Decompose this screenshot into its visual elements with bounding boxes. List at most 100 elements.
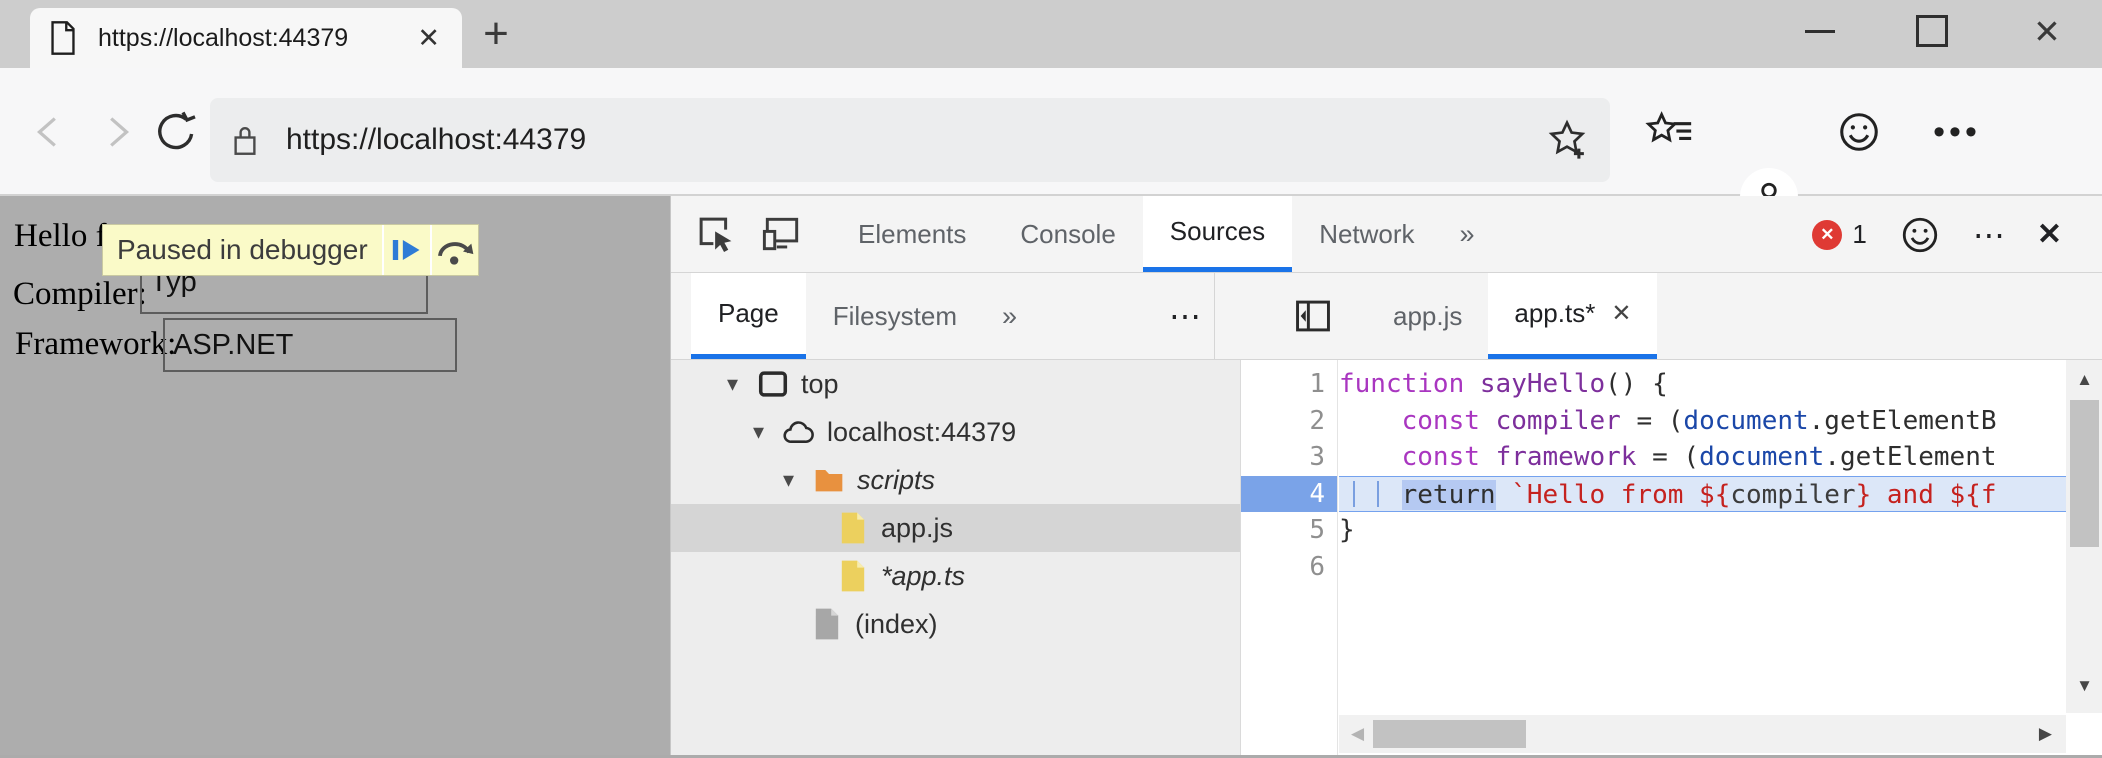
code-token-embed: compiler [1730, 480, 1855, 510]
code-pane[interactable]: function sayHello() { const compiler = (… [1339, 360, 2066, 758]
tab-close-icon[interactable]: ✕ [413, 23, 444, 54]
paused-banner-text: Paused in debugger [103, 225, 382, 275]
editor-tab-app-ts[interactable]: app.ts*✕ [1488, 273, 1657, 359]
code-token-string: `Hello from [1511, 480, 1699, 510]
code-line[interactable]: return `Hello from ${compiler} and ${f [1339, 476, 2066, 513]
lock-icon [230, 122, 260, 158]
vertical-scrollbar[interactable]: ▲ ▼ [2066, 360, 2102, 713]
scroll-down-icon[interactable]: ▼ [2066, 676, 2102, 696]
code-line[interactable]: function sayHello() { [1339, 366, 2066, 403]
scroll-right-icon[interactable]: ▶ [2039, 715, 2052, 753]
expander-icon[interactable]: ▾ [753, 419, 781, 445]
devtools-menu-button[interactable]: ⋯ [1973, 216, 2005, 254]
tree-item-label: *app.ts [881, 561, 965, 592]
device-toolbar-button[interactable] [755, 196, 809, 272]
navigator-tab-page[interactable]: Page [691, 273, 806, 359]
favorites-list-button[interactable] [1642, 106, 1696, 158]
tree-item-app-js[interactable]: app.js [671, 504, 1240, 552]
address-bar[interactable]: https://localhost:44379 [210, 98, 1610, 182]
horizontal-scrollbar[interactable]: ◀ ▶ [1339, 715, 2066, 753]
device-emulation-icon [761, 215, 803, 253]
more-tabs-button[interactable]: » [1442, 196, 1493, 272]
scroll-left-icon[interactable]: ◀ [1351, 715, 1364, 753]
code-token-object: document [1699, 442, 1824, 472]
code-token-plain: .getElementB [1809, 406, 1997, 436]
scroll-up-icon[interactable]: ▲ [2066, 370, 2102, 390]
expander-icon[interactable]: ▾ [783, 467, 811, 493]
code-line[interactable]: } [1339, 512, 2066, 549]
editor-tab-label: app.js [1393, 301, 1462, 332]
step-over-button[interactable] [430, 225, 478, 275]
back-arrow-icon [27, 109, 73, 155]
tree-item-label: top [801, 369, 839, 400]
framework-input[interactable]: ASP.NET [163, 318, 457, 372]
navbar-spacer [1035, 273, 1169, 359]
back-button[interactable] [24, 106, 76, 158]
code-token-plain: .getElement [1824, 442, 1996, 472]
devtools-feedback-button[interactable] [1899, 214, 1941, 256]
window-minimize-button[interactable] [1781, 0, 1859, 62]
refresh-icon [152, 108, 200, 156]
window-maximize-button[interactable] [1893, 0, 1971, 62]
navigator-tab-bar: PageFilesystem » ⋯ [671, 273, 1241, 360]
line-number[interactable]: 4 [1241, 476, 1337, 513]
new-tab-button[interactable]: + [468, 6, 524, 62]
tab-elements[interactable]: Elements [831, 196, 993, 272]
line-number[interactable]: 5 [1241, 512, 1337, 549]
code-line[interactable]: const framework = (document.getElement [1339, 439, 2066, 476]
code-token-plain: = ( [1621, 406, 1684, 436]
file-tree: ▾ top ▾localhost:44379▾scripts app.js *app.t… [671, 360, 1241, 758]
resume-script-button[interactable] [382, 225, 430, 275]
navigator-more-tabs-button[interactable]: » [984, 273, 1035, 359]
tree-item-app-ts[interactable]: *app.ts [671, 552, 1240, 600]
code-editor: 123456 function sayHello() { const compi… [1241, 360, 2102, 758]
window-close-button[interactable]: ✕ [2008, 0, 2086, 62]
paused-in-debugger-banner: Paused in debugger [102, 224, 479, 276]
settings-menu-button[interactable]: ••• [1930, 106, 1984, 158]
error-badge[interactable]: ✕ 1 [1812, 219, 1866, 250]
browser-tab[interactable]: https://localhost:44379 ✕ [30, 8, 462, 68]
line-number[interactable]: 2 [1241, 403, 1337, 440]
tree-item-top[interactable]: ▾ top [671, 360, 1240, 408]
navigator-tab-filesystem[interactable]: Filesystem [806, 273, 984, 359]
vertical-scrollbar-thumb[interactable] [2070, 400, 2099, 547]
horizontal-scrollbar-thumb[interactable] [1373, 720, 1526, 748]
tree-item-label: app.js [881, 513, 953, 544]
framework-label: Framework: [15, 326, 176, 363]
devtools-bar-right: ✕ 1 ⋯ ✕ [1812, 196, 2062, 273]
feedback-button[interactable] [1832, 106, 1886, 158]
tree-item-scripts[interactable]: ▾scripts [671, 456, 1240, 504]
tab-console[interactable]: Console [993, 196, 1142, 272]
tree-item-localhost-44379[interactable]: ▾localhost:44379 [671, 408, 1240, 456]
favorites-list-icon [1645, 109, 1693, 155]
editor-tab-app-js[interactable]: app.js [1367, 273, 1488, 359]
page-favicon-icon [48, 21, 78, 55]
navigator-menu-button[interactable]: ⋯ [1169, 273, 1201, 359]
code-token-object: document [1683, 406, 1808, 436]
url-text[interactable]: https://localhost:44379 [286, 123, 1544, 157]
forward-button[interactable] [90, 106, 142, 158]
error-icon: ✕ [1812, 220, 1842, 250]
line-number[interactable]: 3 [1241, 439, 1337, 476]
maximize-icon [1916, 15, 1948, 47]
tab-sources[interactable]: Sources [1143, 196, 1292, 272]
code-token-string: ${ [1699, 480, 1730, 510]
tree-item-index[interactable]: (index) [671, 600, 1240, 648]
add-favorite-icon[interactable] [1544, 117, 1590, 163]
navigator-tabs: PageFilesystem [691, 273, 984, 359]
expander-icon[interactable]: ▾ [727, 371, 755, 397]
tab-network[interactable]: Network [1292, 196, 1441, 272]
line-number[interactable]: 6 [1241, 549, 1337, 586]
collapse-sidebar-button[interactable] [1283, 273, 1343, 359]
line-number[interactable]: 1 [1241, 366, 1337, 403]
code-token-plain [1480, 442, 1496, 472]
code-line[interactable] [1339, 549, 2066, 586]
editor-tab-close-icon[interactable]: ✕ [1611, 299, 1631, 328]
code-token-plain: } [1339, 515, 1355, 545]
devtools-close-button[interactable]: ✕ [2037, 217, 2062, 252]
inspect-element-button[interactable] [689, 196, 743, 272]
code-line[interactable]: const compiler = (document.getElementB [1339, 403, 2066, 440]
refresh-button[interactable] [150, 106, 202, 158]
code-token-keyword: const [1402, 406, 1480, 436]
more-options-icon: ••• [1933, 113, 1981, 152]
